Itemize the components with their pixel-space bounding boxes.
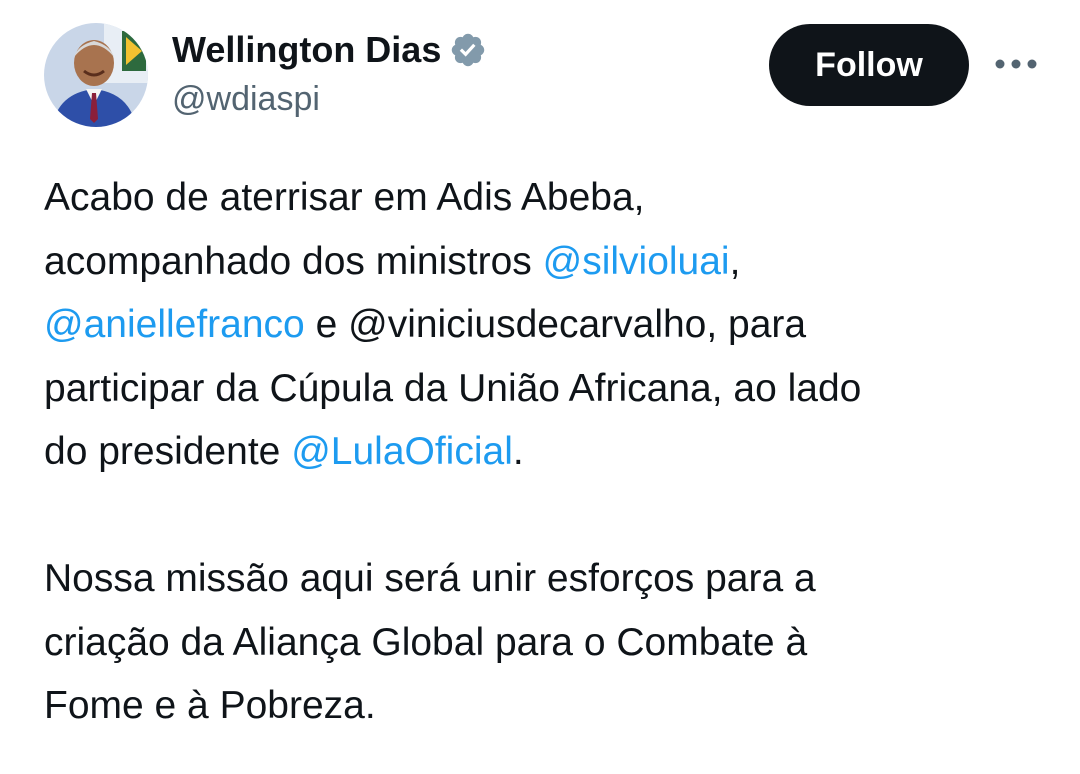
tweet-text-span: Acabo de aterrisar em Adis Abeba, xyxy=(44,176,645,219)
tweet-text-span: do presidente xyxy=(44,430,292,473)
author-name-row: Wellington Dias xyxy=(172,28,487,72)
tweet-text-span: criação da Aliança Global para o Combate… xyxy=(44,620,808,664)
tweet-text-span: acompanhado dos ministros xyxy=(44,239,543,283)
author-handle[interactable]: @wdiaspi xyxy=(172,80,320,119)
avatar-image xyxy=(44,23,148,127)
tweet-text-span: Nossa missão aqui será unir esforços par… xyxy=(44,557,816,600)
follow-button[interactable]: Follow xyxy=(769,24,969,106)
tweet-card: Wellington Dias @wdiaspi Follow Acabo de… xyxy=(0,0,1080,774)
tweet-line: Nossa missão aqui será unir esforços par… xyxy=(44,547,1054,611)
tweet-line: Acabo de aterrisar em Adis Abeba, xyxy=(44,166,1054,230)
tweet-text-span: . xyxy=(512,430,524,473)
tweet-text-span: Fome e à Pobreza. xyxy=(44,684,376,727)
mention-link-aniellefranco[interactable]: @aniellefranco xyxy=(44,303,305,346)
avatar[interactable] xyxy=(44,23,148,127)
mention-link-lulaoficial[interactable]: @LulaOficial xyxy=(291,430,513,473)
author-display-name[interactable]: Wellington Dias xyxy=(172,29,441,71)
more-dots-icon xyxy=(995,59,1037,69)
tweet-line: criação da Aliança Global para o Combate… xyxy=(44,611,1054,675)
tweet-line: acompanhado dos ministros @silvioluai, xyxy=(44,230,1054,294)
tweet-line: participar da Cúpula da União Africana, … xyxy=(44,357,1054,421)
mention-link-silvioluai[interactable]: @silvioluai xyxy=(543,240,730,283)
tweet-text-span: participar da Cúpula da União Africana, … xyxy=(44,366,862,410)
tweet-line: do presidente @LulaOficial. xyxy=(44,420,1054,484)
tweet-line: Fome e à Pobreza. xyxy=(44,674,1054,738)
tweet-line: @aniellefranco e @viniciusdecarvalho, pa… xyxy=(44,293,1054,357)
more-options-button[interactable] xyxy=(988,44,1044,84)
tweet-text: Acabo de aterrisar em Adis Abeba, acompa… xyxy=(44,166,1054,738)
verified-badge-icon xyxy=(449,31,487,69)
tweet-text-span: e @viniciusdecarvalho, para xyxy=(304,303,807,346)
tweet-text-span: , xyxy=(729,239,741,283)
